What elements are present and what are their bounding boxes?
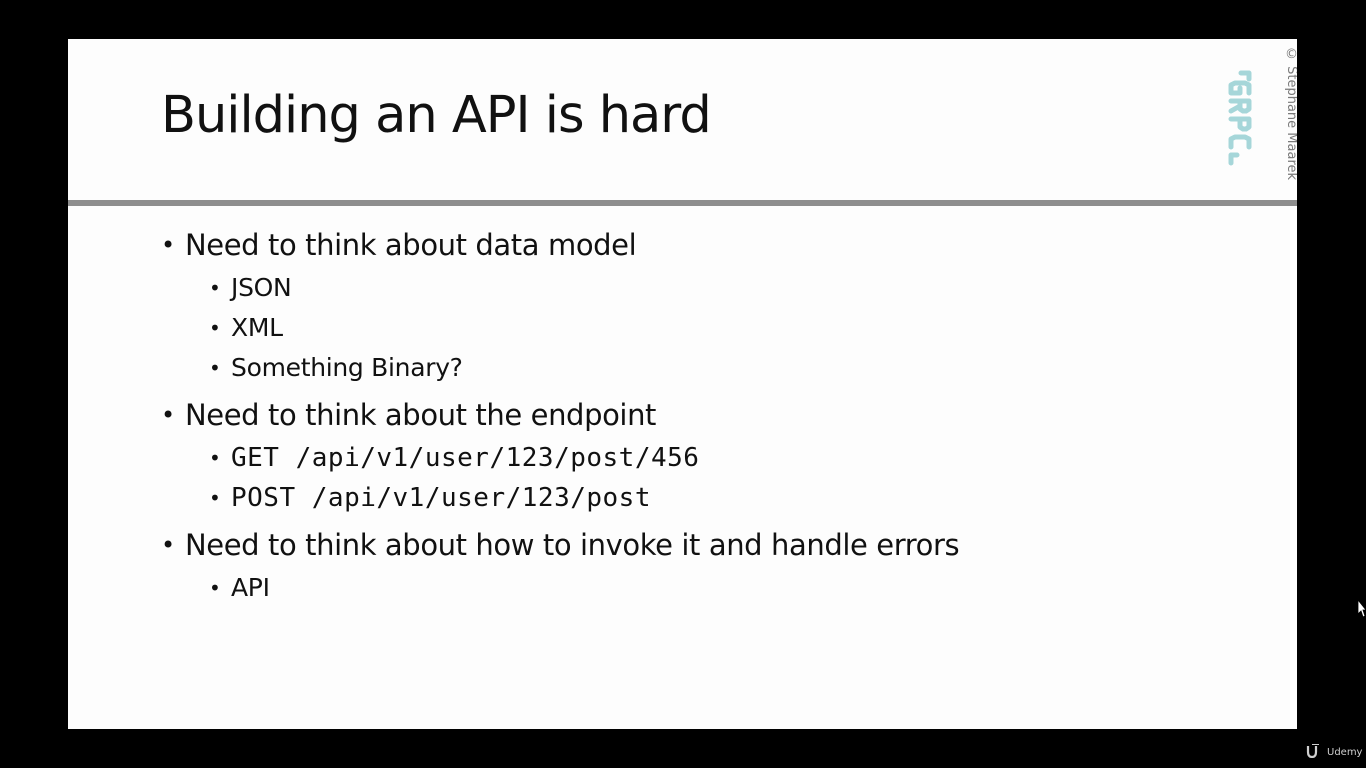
- sub-bullet-api: API: [161, 568, 959, 608]
- sub-bullet-get-endpoint: GET /api/v1/user/123/post/456: [161, 438, 959, 478]
- sub-bullet-list: JSON XML Something Binary?: [161, 268, 959, 388]
- bullet-text: Need to think about data model: [185, 228, 637, 262]
- sub-bullet-post-endpoint: POST /api/v1/user/123/post: [161, 478, 959, 518]
- bullet-endpoint: Need to think about the endpoint: [161, 392, 959, 438]
- bullet-data-model: Need to think about data model: [161, 222, 959, 268]
- bullet-list: Need to think about data model JSON XML …: [161, 222, 960, 612]
- udemy-logo-icon: [1306, 742, 1324, 761]
- sublist-wrapper: JSON XML Something Binary?: [161, 268, 959, 388]
- sub-bullet-list: API: [161, 568, 959, 608]
- sub-bullet-json: JSON: [161, 268, 959, 308]
- copyright-notice: © Stephane Maarek: [1284, 47, 1297, 181]
- sub-bullet-binary: Something Binary?: [161, 348, 959, 388]
- sublist-wrapper: GET /api/v1/user/123/post/456 POST /api/…: [161, 438, 959, 518]
- code-text: POST /api/v1/user/123/post: [231, 483, 651, 513]
- header-divider: [68, 200, 1297, 206]
- mouse-cursor-icon: [1357, 598, 1366, 618]
- bullet-text: Need to think about the endpoint: [185, 398, 657, 432]
- grpc-logo-icon: [1225, 69, 1265, 169]
- bullet-text: Need to think about how to invoke it and…: [185, 528, 960, 562]
- video-player[interactable]: Building an API is hard © Stephane Maare…: [0, 0, 1366, 768]
- slide-header: Building an API is hard © Stephane Maare…: [68, 39, 1297, 200]
- bullet-invoke-errors: Need to think about how to invoke it and…: [161, 522, 960, 568]
- udemy-watermark: Udemy: [1306, 742, 1363, 761]
- lecture-slide: Building an API is hard © Stephane Maare…: [68, 39, 1297, 729]
- code-text: GET /api/v1/user/123/post/456: [231, 443, 700, 473]
- udemy-brand-text: Udemy: [1327, 746, 1363, 758]
- slide-title: Building an API is hard: [161, 86, 712, 145]
- sub-bullet-list: GET /api/v1/user/123/post/456 POST /api/…: [161, 438, 959, 518]
- sub-bullet-xml: XML: [161, 308, 959, 348]
- sublist-wrapper: API: [161, 568, 959, 608]
